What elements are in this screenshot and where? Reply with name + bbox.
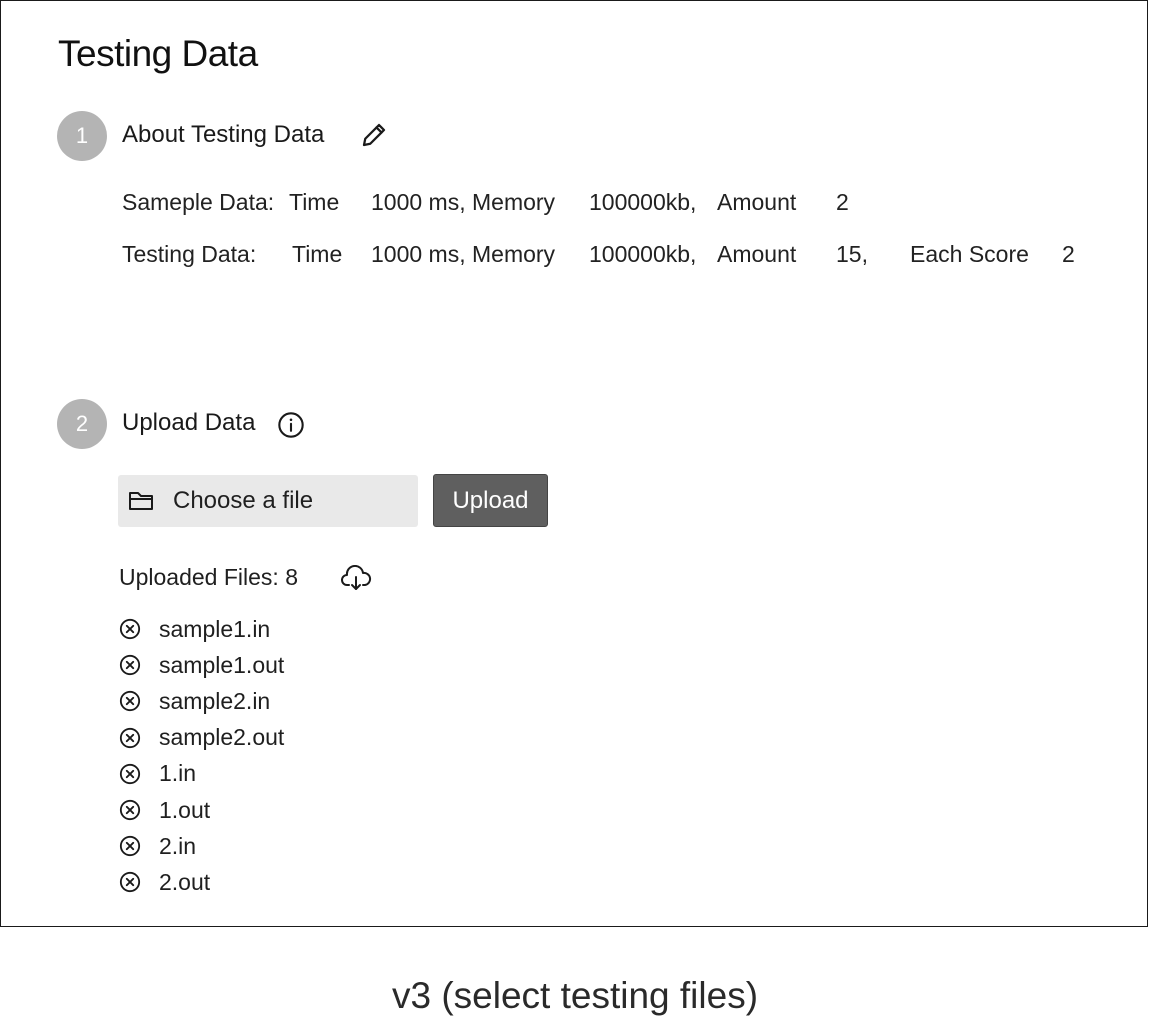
list-item: 2.in [118,828,284,864]
testing-amount-label: Amount [717,241,797,267]
list-item: sample2.in [118,683,284,719]
list-item: 1.in [118,756,284,792]
list-item: sample1.out [118,647,284,683]
close-circle-icon[interactable] [118,762,142,786]
close-circle-icon[interactable] [118,798,142,822]
step-2-badge: 2 [57,399,107,449]
list-item: 1.out [118,792,284,828]
file-name: 2.out [159,868,211,895]
step-1-badge: 1 [57,111,107,161]
file-name: 2.in [159,832,197,859]
file-name: sample1.out [159,651,285,678]
pencil-icon[interactable] [357,119,391,151]
uploaded-files-count: Uploaded Files: 8 [119,564,298,590]
file-chooser[interactable]: Choose a file [118,475,418,527]
list-item: sample2.out [118,720,284,756]
step-1-title: About Testing Data [122,121,325,148]
testing-amount-value: 15, [836,241,868,267]
sample-memory-label: Memory [472,189,556,215]
folder-icon [128,486,158,516]
info-icon[interactable] [275,409,307,441]
close-circle-icon[interactable] [118,617,142,641]
testing-data-panel: Testing Data 1 About Testing Data Samepl… [0,0,1148,927]
upload-button[interactable]: Upload [433,474,548,527]
close-circle-icon[interactable] [118,653,142,677]
sample-time-label: Time [289,189,340,215]
close-circle-icon[interactable] [118,834,142,858]
choose-file-label: Choose a file [173,487,314,514]
close-circle-icon[interactable] [118,726,142,750]
testing-time-value: 1000 ms, [371,241,466,267]
testing-memory-value: 100000kb, [589,241,697,267]
page-title: Testing Data [58,33,258,74]
sample-amount-label: Amount [717,189,797,215]
file-name: 1.in [159,760,197,787]
sample-amount-value: 2 [836,189,849,215]
file-name: 1.out [159,796,211,823]
sample-time-value: 1000 ms, [371,189,466,215]
testing-data-label: Testing Data: [122,241,257,267]
version-caption: v3 (select testing files) [391,975,759,1016]
sample-memory-value: 100000kb, [589,189,697,215]
file-name: sample2.in [159,687,271,714]
file-name: sample2.out [159,724,285,751]
list-item: sample1.in [118,611,284,647]
uploaded-file-list: sample1.in sample1.out sample2.in sample… [118,611,284,901]
testing-time-label: Time [292,241,343,267]
testing-memory-label: Memory [472,241,556,267]
close-circle-icon[interactable] [118,870,142,894]
sample-data-label: Sameple Data: [122,189,275,215]
file-name: sample1.in [159,615,271,642]
close-circle-icon[interactable] [118,689,142,713]
step-2-title: Upload Data [122,409,256,436]
list-item: 2.out [118,864,284,900]
each-score-label: Each Score [910,241,1029,267]
cloud-download-icon[interactable] [339,563,373,595]
each-score-value: 2 [1062,241,1075,267]
